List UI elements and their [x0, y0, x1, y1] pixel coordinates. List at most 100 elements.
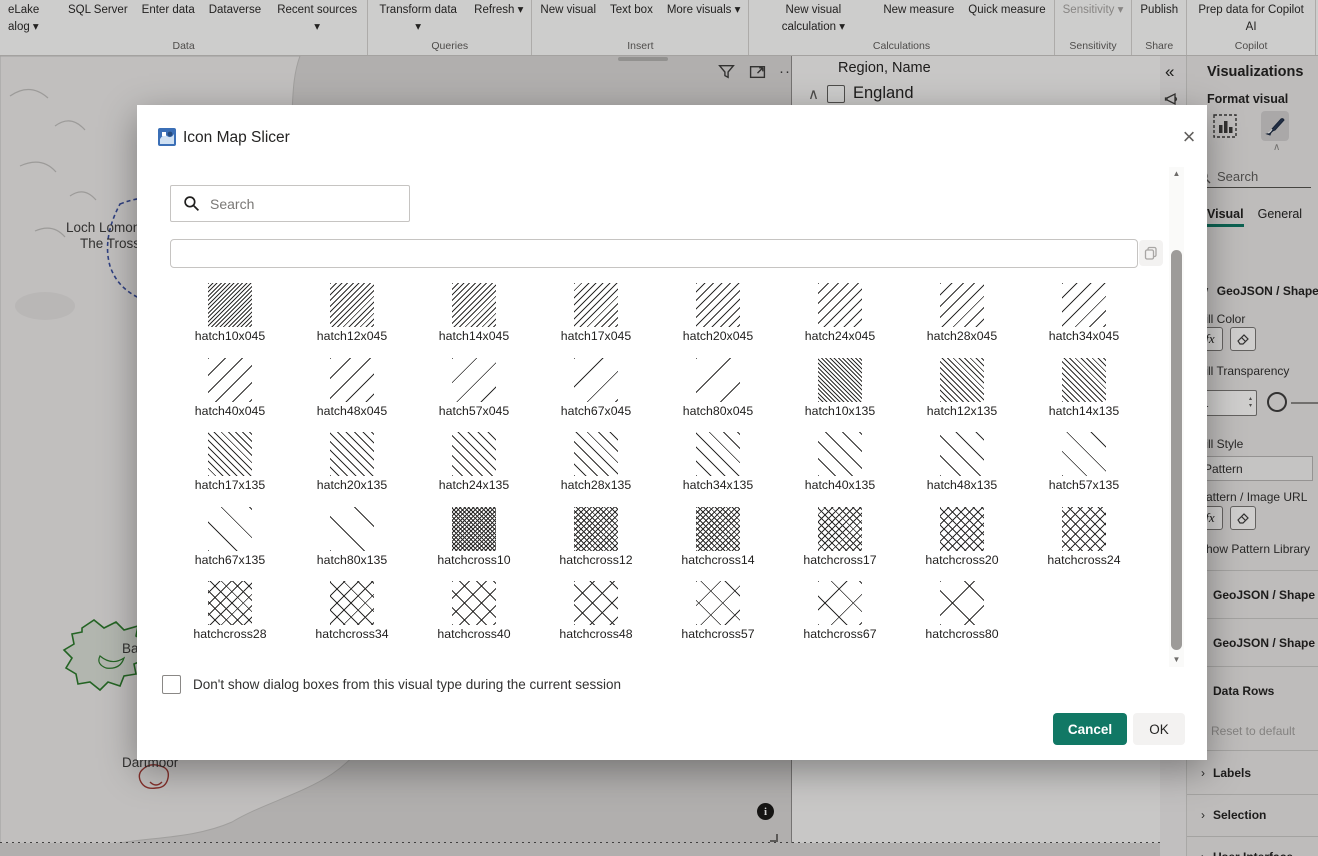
pattern-swatch[interactable] [574, 507, 618, 551]
pattern-swatch[interactable] [696, 283, 740, 327]
pattern-item[interactable]: hatch34x135 [657, 432, 779, 507]
pattern-label: hatch14x135 [1049, 404, 1119, 418]
dialog-scrollbar[interactable]: ▲ ▼ [1169, 167, 1184, 667]
pattern-item[interactable]: hatch10x135 [779, 358, 901, 433]
pattern-swatch[interactable] [574, 581, 618, 625]
pattern-item[interactable]: hatch40x135 [779, 432, 901, 507]
pattern-swatch[interactable] [818, 358, 862, 402]
pattern-item[interactable]: hatch14x135 [1023, 358, 1145, 433]
pattern-swatch[interactable] [940, 507, 984, 551]
pattern-swatch[interactable] [452, 507, 496, 551]
pattern-label: hatch67x135 [195, 553, 265, 567]
pattern-swatch[interactable] [452, 283, 496, 327]
pattern-swatch[interactable] [208, 358, 252, 402]
pattern-swatch[interactable] [818, 432, 862, 476]
pattern-item[interactable]: hatch12x045 [291, 283, 413, 358]
pattern-label: hatch10x045 [195, 329, 265, 343]
pattern-swatch[interactable] [1062, 432, 1106, 476]
pattern-label: hatch12x045 [317, 329, 387, 343]
scroll-up-icon[interactable]: ▲ [1169, 167, 1184, 181]
pattern-item[interactable]: hatch10x045 [169, 283, 291, 358]
pattern-swatch[interactable] [940, 283, 984, 327]
pattern-label: hatch14x045 [439, 329, 509, 343]
pattern-swatch[interactable] [208, 283, 252, 327]
pattern-item[interactable]: hatchcross28 [169, 581, 291, 656]
pattern-item[interactable]: hatch28x045 [901, 283, 1023, 358]
pattern-item[interactable]: hatchcross80 [901, 581, 1023, 656]
pattern-swatch[interactable] [452, 358, 496, 402]
pattern-item[interactable]: hatch17x045 [535, 283, 657, 358]
pattern-label: hatchcross10 [437, 553, 510, 567]
pattern-swatch[interactable] [696, 507, 740, 551]
pattern-search-input[interactable]: Search [170, 185, 410, 222]
pattern-item[interactable]: hatchcross10 [413, 507, 535, 582]
pattern-item[interactable]: hatch67x135 [169, 507, 291, 582]
pattern-swatch[interactable] [208, 581, 252, 625]
pattern-swatch[interactable] [330, 358, 374, 402]
pattern-label: hatchcross24 [1047, 553, 1120, 567]
pattern-swatch[interactable] [1062, 283, 1106, 327]
pattern-item[interactable]: hatch20x135 [291, 432, 413, 507]
scroll-down-icon[interactable]: ▼ [1169, 653, 1184, 667]
pattern-item[interactable]: hatch20x045 [657, 283, 779, 358]
pattern-item[interactable]: hatch24x045 [779, 283, 901, 358]
pattern-swatch[interactable] [330, 283, 374, 327]
pattern-swatch[interactable] [1062, 507, 1106, 551]
pattern-swatch[interactable] [208, 432, 252, 476]
pattern-item[interactable]: hatch80x045 [657, 358, 779, 433]
dialog-title: Icon Map Slicer [183, 129, 290, 147]
cancel-button[interactable]: Cancel [1053, 713, 1127, 745]
scrollbar-thumb[interactable] [1171, 250, 1182, 650]
pattern-label: hatch10x135 [805, 404, 875, 418]
pattern-item[interactable]: hatch48x045 [291, 358, 413, 433]
pattern-swatch[interactable] [574, 432, 618, 476]
pattern-swatch[interactable] [818, 581, 862, 625]
pattern-item[interactable]: hatch28x135 [535, 432, 657, 507]
pattern-swatch[interactable] [574, 358, 618, 402]
pattern-swatch[interactable] [208, 507, 252, 551]
pattern-item[interactable]: hatchcross12 [535, 507, 657, 582]
pattern-item[interactable]: hatchcross48 [535, 581, 657, 656]
pattern-url-input[interactable] [170, 239, 1138, 268]
ok-button[interactable]: OK [1133, 713, 1185, 745]
close-icon[interactable]: × [1175, 123, 1203, 151]
pattern-swatch[interactable] [696, 432, 740, 476]
pattern-item[interactable]: hatch24x135 [413, 432, 535, 507]
pattern-item[interactable]: hatch57x135 [1023, 432, 1145, 507]
pattern-item[interactable]: hatchcross57 [657, 581, 779, 656]
pattern-item[interactable]: hatch48x135 [901, 432, 1023, 507]
pattern-swatch[interactable] [452, 581, 496, 625]
pattern-item[interactable]: hatchcross24 [1023, 507, 1145, 582]
pattern-swatch[interactable] [696, 581, 740, 625]
pattern-item[interactable]: hatchcross17 [779, 507, 901, 582]
pattern-item[interactable]: hatch17x135 [169, 432, 291, 507]
pattern-item[interactable]: hatch34x045 [1023, 283, 1145, 358]
pattern-item[interactable]: hatchcross67 [779, 581, 901, 656]
pattern-swatch[interactable] [696, 358, 740, 402]
pattern-item[interactable]: hatch40x045 [169, 358, 291, 433]
pattern-item[interactable]: hatchcross20 [901, 507, 1023, 582]
pattern-item[interactable]: hatchcross14 [657, 507, 779, 582]
pattern-swatch[interactable] [940, 358, 984, 402]
pattern-item[interactable]: hatch57x045 [413, 358, 535, 433]
pattern-swatch[interactable] [330, 581, 374, 625]
pattern-swatch[interactable] [940, 432, 984, 476]
pattern-item[interactable]: hatch80x135 [291, 507, 413, 582]
pattern-item[interactable]: hatch67x045 [535, 358, 657, 433]
pattern-swatch[interactable] [1062, 358, 1106, 402]
pattern-label: hatch28x045 [927, 329, 997, 343]
dont-show-checkbox[interactable] [162, 675, 181, 694]
pattern-item[interactable]: hatchcross34 [291, 581, 413, 656]
pattern-item[interactable]: hatch12x135 [901, 358, 1023, 433]
pattern-swatch[interactable] [330, 507, 374, 551]
pattern-swatch[interactable] [818, 283, 862, 327]
pattern-swatch[interactable] [818, 507, 862, 551]
pattern-swatch[interactable] [940, 581, 984, 625]
pattern-label: hatchcross28 [193, 627, 266, 641]
pattern-swatch[interactable] [330, 432, 374, 476]
pattern-swatch[interactable] [452, 432, 496, 476]
copy-icon[interactable] [1139, 240, 1163, 266]
pattern-item[interactable]: hatchcross40 [413, 581, 535, 656]
pattern-item[interactable]: hatch14x045 [413, 283, 535, 358]
pattern-swatch[interactable] [574, 283, 618, 327]
